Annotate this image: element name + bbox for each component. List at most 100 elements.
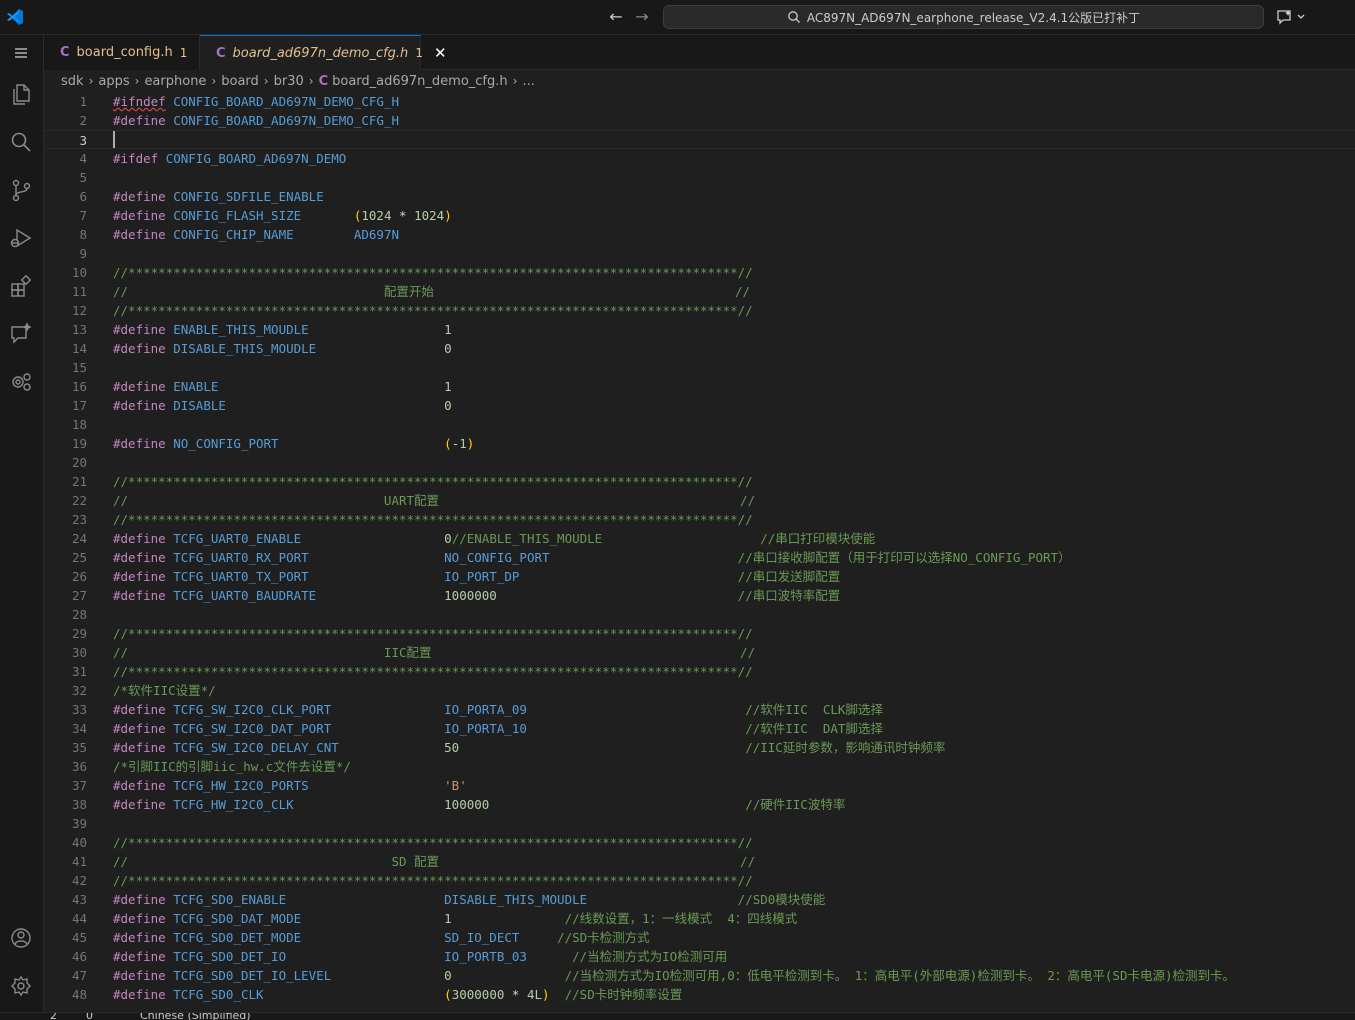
code-text: #define TCFG_HW_I2C0_PORTS 'B' (113, 778, 467, 793)
code-line[interactable]: 8 #define CONFIG_CHIP_NAME AD697N (44, 225, 1355, 244)
search-icon[interactable] (8, 129, 34, 155)
chat-toggle-button[interactable] (1276, 8, 1310, 26)
code-line[interactable]: 16 #define ENABLE 1 (44, 377, 1355, 396)
line-number: 41 (71, 854, 87, 869)
code-line[interactable]: 15 (44, 358, 1355, 377)
code-text: //**************************************… (113, 835, 753, 850)
chat-icon[interactable] (8, 321, 34, 347)
tab-board-ad697n-demo-cfg[interactable]: C board_ad697n_demo_cfg.h 1 ✕ (200, 35, 447, 70)
code-line[interactable]: 32 /*软件IIC设置*/ (44, 681, 1355, 700)
menu-icon[interactable] (8, 40, 34, 66)
command-center-search[interactable]: AC897N_AD697N_earphone_release_V2.4.1公版已… (663, 5, 1264, 29)
code-line[interactable]: 10 //************************************… (44, 263, 1355, 282)
code-line[interactable]: 35 #define TCFG_SW_I2C0_DELAY_CNT 50 //II… (44, 738, 1355, 757)
line-number: 40 (71, 835, 87, 850)
source-control-icon[interactable] (8, 177, 34, 203)
account-icon[interactable] (8, 925, 34, 951)
breadcrumb-item[interactable]: board (221, 74, 259, 89)
status-warnings[interactable]: 0 (86, 1013, 93, 1020)
code-line[interactable]: 7 #define CONFIG_FLASH_SIZE (1024 * 1024) (44, 206, 1355, 225)
code-line[interactable]: 2 #define CONFIG_BOARD_AD697N_DEMO_CFG_H (44, 111, 1355, 130)
code-line[interactable]: 18 (44, 415, 1355, 434)
code-text: #define TCFG_SD0_DAT_MODE 1 //线数设置，1：一线模… (113, 911, 798, 926)
code-line[interactable]: 12 //************************************… (44, 301, 1355, 320)
settings-sync-icon[interactable] (8, 369, 34, 395)
arrow-right-icon[interactable]: → (632, 7, 652, 27)
code-text: // UART配置 // (113, 493, 756, 508)
code-text: #define TCFG_SW_I2C0_CLK_PORT IO_PORTA_0… (113, 702, 883, 717)
line-number: 48 (71, 987, 87, 1002)
code-text: //**************************************… (113, 873, 753, 888)
code-line[interactable]: 14 #define DISABLE_THIS_MOUDLE 0 (44, 339, 1355, 358)
code-line[interactable]: 27 #define TCFG_UART0_BAUDRATE 1000000 //… (44, 586, 1355, 605)
extensions-icon[interactable] (8, 273, 34, 299)
tab-board-config[interactable]: C board_config.h 1 (44, 35, 200, 70)
breadcrumb-item[interactable]: br30 (274, 74, 304, 89)
line-number: 45 (71, 930, 87, 945)
code-text: /*软件IIC设置*/ (113, 683, 216, 698)
code-editor[interactable]: 1 #ifndef CONFIG_BOARD_AD697N_DEMO_CFG_H 2… (44, 92, 1355, 1012)
code-line[interactable]: 40 //************************************… (44, 833, 1355, 852)
code-line[interactable]: 30 // IIC配置 // (44, 643, 1355, 662)
breadcrumb-item[interactable]: apps (98, 74, 129, 89)
title-bar: ← → AC897N_AD697N_earphone_release_V2.4.… (0, 0, 1355, 35)
code-line[interactable]: 34 #define TCFG_SW_I2C0_DAT_PORT IO_PORTA… (44, 719, 1355, 738)
code-text: //**************************************… (113, 265, 753, 280)
code-line[interactable]: 37 #define TCFG_HW_I2C0_PORTS 'B' (44, 776, 1355, 795)
line-number: 36 (71, 759, 87, 774)
status-encoding[interactable]: Chinese (Simplified) (140, 1013, 251, 1020)
code-line[interactable]: 24 #define TCFG_UART0_ENABLE 0//ENABLE_TH… (44, 529, 1355, 548)
code-line[interactable]: 1 #ifndef CONFIG_BOARD_AD697N_DEMO_CFG_H (44, 92, 1355, 111)
code-text: #define ENABLE 1 (113, 379, 452, 394)
code-line[interactable]: 39 (44, 814, 1355, 833)
code-line[interactable]: 6 #define CONFIG_SDFILE_ENABLE (44, 187, 1355, 206)
code-line[interactable]: 33 #define TCFG_SW_I2C0_CLK_PORT IO_PORTA… (44, 700, 1355, 719)
arrow-left-icon[interactable]: ← (606, 7, 626, 27)
code-line[interactable]: 41 // SD 配置 // (44, 852, 1355, 871)
run-debug-icon[interactable] (8, 225, 34, 251)
code-line[interactable]: 42 //************************************… (44, 871, 1355, 890)
code-line[interactable]: 48 #define TCFG_SD0_CLK (3000000 * 4L) //… (44, 985, 1355, 1004)
code-line[interactable]: 3 (44, 130, 1355, 149)
close-icon[interactable]: ✕ (434, 44, 447, 62)
line-number: 5 (79, 170, 87, 185)
line-number: 23 (71, 512, 87, 527)
breadcrumb-item[interactable]: sdk (61, 74, 84, 89)
code-line[interactable]: 29 //************************************… (44, 624, 1355, 643)
code-line[interactable]: 17 #define DISABLE 0 (44, 396, 1355, 415)
code-line[interactable]: 36 /*引脚IIC的引脚iic_hw.c文件去设置*/ (44, 757, 1355, 776)
code-line[interactable]: 23 //************************************… (44, 510, 1355, 529)
code-line[interactable]: 26 #define TCFG_UART0_TX_PORT IO_PORT_DP … (44, 567, 1355, 586)
line-number: 11 (71, 284, 87, 299)
code-text: #define TCFG_SD0_ENABLE DISABLE_THIS_MOU… (113, 892, 826, 907)
code-line[interactable]: 38 #define TCFG_HW_I2C0_CLK 100000 //硬件II… (44, 795, 1355, 814)
code-line[interactable]: 13 #define ENABLE_THIS_MOUDLE 1 (44, 320, 1355, 339)
code-line[interactable]: 47 #define TCFG_SD0_DET_IO_LEVEL 0 //当检测方… (44, 966, 1355, 985)
vscode-logo-icon (5, 7, 25, 27)
status-problems[interactable]: 2 (50, 1013, 57, 1020)
code-line[interactable]: 25 #define TCFG_UART0_RX_PORT NO_CONFIG_P… (44, 548, 1355, 567)
code-line[interactable]: 28 (44, 605, 1355, 624)
code-line[interactable]: 22 // UART配置 // (44, 491, 1355, 510)
code-text: #define ENABLE_THIS_MOUDLE 1 (113, 322, 452, 337)
code-text: #define TCFG_HW_I2C0_CLK 100000 //硬件IIC波… (113, 797, 846, 812)
code-line[interactable]: 46 #define TCFG_SD0_DET_IO IO_PORTB_03 //… (44, 947, 1355, 966)
code-line[interactable]: 45 #define TCFG_SD0_DET_MODE SD_IO_DECT /… (44, 928, 1355, 947)
breadcrumb-file[interactable]: Cboard_ad697n_demo_cfg.h (319, 74, 508, 89)
code-line[interactable]: 11 // 配置开始 // (44, 282, 1355, 301)
code-line[interactable]: 9 (44, 244, 1355, 263)
code-line[interactable]: 4 #ifdef CONFIG_BOARD_AD697N_DEMO (44, 149, 1355, 168)
breadcrumb-item[interactable]: earphone (144, 74, 206, 89)
code-line[interactable]: 21 //************************************… (44, 472, 1355, 491)
manage-gear-icon[interactable] (8, 973, 34, 999)
code-text: //**************************************… (113, 512, 753, 527)
line-number: 3 (79, 133, 87, 148)
code-line[interactable]: 20 (44, 453, 1355, 472)
code-line[interactable]: 44 #define TCFG_SD0_DAT_MODE 1 //线数设置，1：一… (44, 909, 1355, 928)
explorer-icon[interactable] (8, 81, 34, 107)
code-line[interactable]: 5 (44, 168, 1355, 187)
code-line[interactable]: 43 #define TCFG_SD0_ENABLE DISABLE_THIS_M… (44, 890, 1355, 909)
code-line[interactable]: 19 #define NO_CONFIG_PORT (-1) (44, 434, 1355, 453)
breadcrumb-item[interactable]: ... (522, 74, 534, 89)
code-line[interactable]: 31 //************************************… (44, 662, 1355, 681)
